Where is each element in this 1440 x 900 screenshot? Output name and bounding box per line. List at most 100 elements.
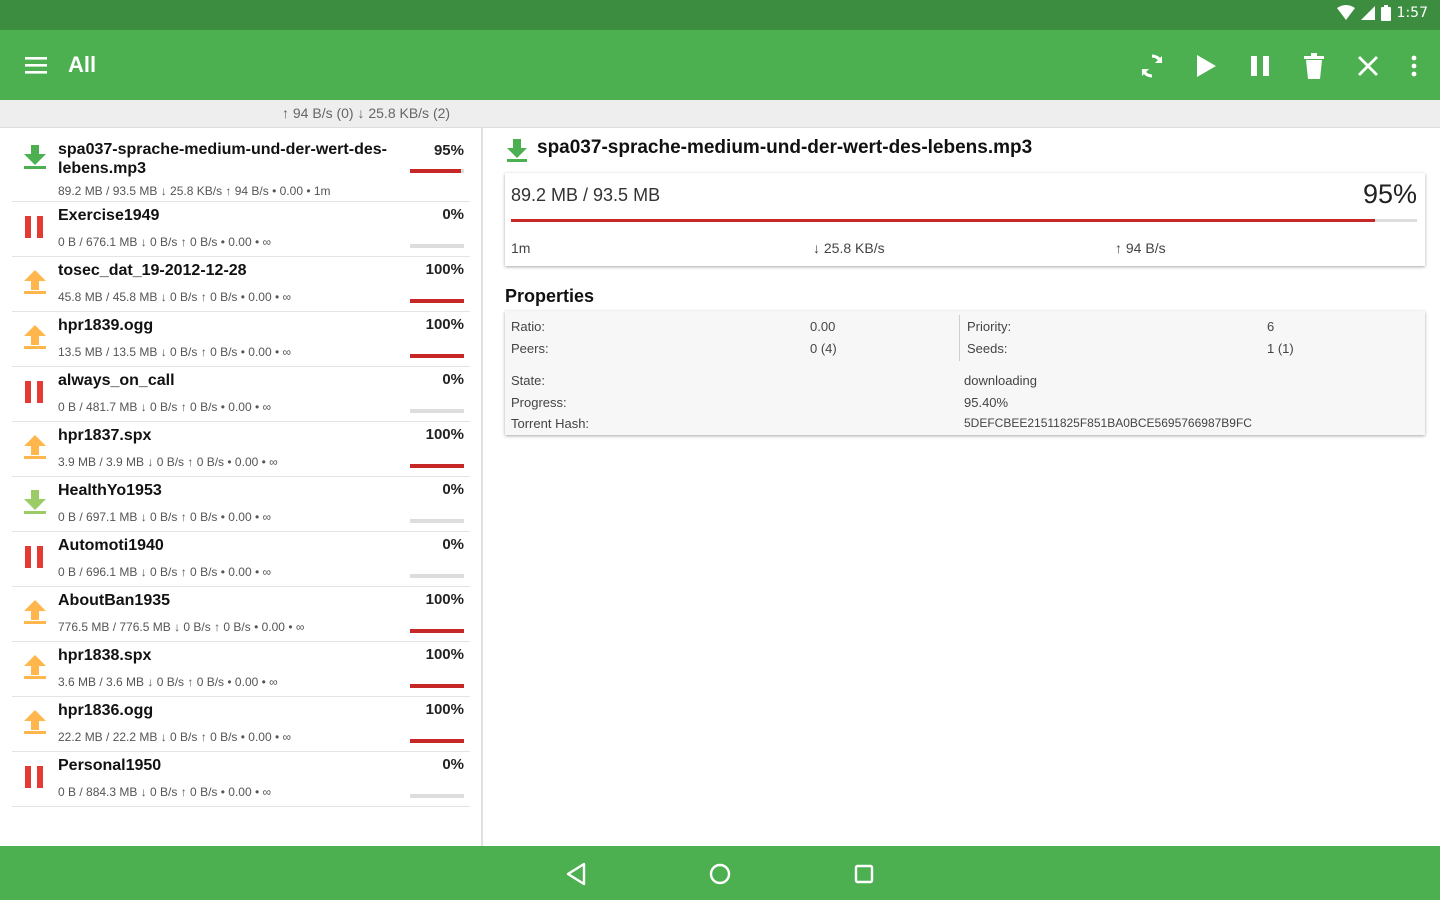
torrent-progress-bar <box>410 574 464 578</box>
recents-button[interactable] <box>850 860 878 888</box>
torrent-list-item[interactable]: tosec_dat_19-2012-12-28 100% 45.8 MB / 45.… <box>12 257 470 312</box>
torrent-progress-bar <box>410 794 464 798</box>
wifi-icon <box>1336 5 1355 20</box>
torrent-progress-bar <box>410 629 464 633</box>
torrent-percent: 100% <box>425 261 464 278</box>
app-bar: All <box>0 30 1440 100</box>
upload-arrow-icon <box>24 435 46 459</box>
detail-progress-fill <box>511 219 1376 222</box>
torrent-percent: 100% <box>425 316 464 333</box>
progress-label: Progress: <box>511 395 567 410</box>
home-icon <box>709 863 731 885</box>
home-button[interactable] <box>706 860 734 888</box>
upload-arrow-icon <box>24 600 46 624</box>
play-icon <box>1197 55 1216 77</box>
properties-title: Properties <box>505 286 595 306</box>
pause-icon <box>25 546 43 568</box>
torrent-list-item[interactable]: AboutBan1935 100% 776.5 MB / 776.5 MB ↓ 0 … <box>12 587 470 642</box>
torrent-list-item[interactable]: hpr1839.ogg 100% 13.5 MB / 13.5 MB ↓ 0 B/s… <box>12 312 470 367</box>
refresh-button[interactable] <box>1132 46 1172 86</box>
torrent-details: 22.2 MB / 22.2 MB ↓ 0 B/s ↑ 0 B/s • 0.00… <box>58 730 292 744</box>
torrent-name: hpr1839.ogg <box>58 317 154 334</box>
torrent-percent: 0% <box>442 371 464 388</box>
torrent-list-item[interactable]: Exercise1949 0% 0 B / 676.1 MB ↓ 0 B/s ↑ 0… <box>12 202 470 257</box>
menu-icon <box>25 57 47 74</box>
seeds-value: 1 (1) <box>1267 341 1294 356</box>
torrent-detail-pane: spa037-sprache-medium-und-der-wert-des-l… <box>485 128 1440 846</box>
torrent-progress-bar <box>410 409 464 413</box>
detail-download-speed: ↓ 25.8 KB/s <box>813 240 885 256</box>
torrent-progress-fill <box>410 739 464 743</box>
torrent-name: always_on_call <box>58 372 175 389</box>
detail-title: spa037-sprache-medium-und-der-wert-des-l… <box>537 137 1033 158</box>
ratio-label: Ratio: <box>511 319 545 334</box>
torrent-percent: 100% <box>425 591 464 608</box>
torrent-name: AboutBan1935 <box>58 592 171 609</box>
torrent-name: Automoti1940 <box>58 537 164 554</box>
torrent-name: Personal1950 <box>58 757 162 774</box>
torrent-progress-bar <box>410 169 464 173</box>
torrent-percent: 100% <box>425 701 464 718</box>
detail-progress-bar <box>511 219 1417 222</box>
torrent-list-item[interactable]: hpr1836.ogg 100% 22.2 MB / 22.2 MB ↓ 0 B/s… <box>12 697 470 752</box>
torrent-details: 0 B / 481.7 MB ↓ 0 B/s ↑ 0 B/s • 0.00 • … <box>58 400 272 414</box>
torrent-list-item[interactable]: Automoti1940 0% 0 B / 696.1 MB ↓ 0 B/s ↑ 0… <box>12 532 470 587</box>
torrent-progress-bar <box>410 519 464 523</box>
hash-label: Torrent Hash: <box>511 416 590 431</box>
torrent-list-item[interactable]: spa037-sprache-medium-und-der-wert-des-l… <box>12 134 470 202</box>
remove-button[interactable] <box>1348 46 1388 86</box>
torrent-details: 45.8 MB / 45.8 MB ↓ 0 B/s ↑ 0 B/s • 0.00… <box>58 290 292 304</box>
torrent-details: 3.6 MB / 3.6 MB ↓ 0 B/s ↑ 0 B/s • 0.00 •… <box>58 675 278 689</box>
torrent-list-item[interactable]: HealthYo1953 0% 0 B / 697.1 MB ↓ 0 B/s ↑ 0… <box>12 477 470 532</box>
state-value: downloading <box>964 373 1038 388</box>
torrent-progress-fill <box>410 354 464 358</box>
torrent-details: 13.5 MB / 13.5 MB ↓ 0 B/s ↑ 0 B/s • 0.00… <box>58 345 292 359</box>
torrent-progress-bar <box>410 299 464 303</box>
torrent-progress-fill <box>410 464 464 468</box>
back-button[interactable] <box>562 860 590 888</box>
torrent-name: Exercise1949 <box>58 207 160 224</box>
status-icons: 1:57 <box>1336 5 1428 21</box>
battery-icon <box>1380 5 1391 21</box>
detail-percent: 95% <box>1362 179 1417 209</box>
recents-icon <box>854 864 874 884</box>
pause-button[interactable] <box>1240 46 1280 86</box>
torrent-progress-fill <box>410 169 462 173</box>
delete-button[interactable] <box>1294 46 1334 86</box>
torrent-name: hpr1837.spx <box>58 427 152 444</box>
upload-arrow-icon <box>24 710 46 734</box>
download-arrow-icon <box>24 490 46 514</box>
state-label: State: <box>511 373 545 388</box>
torrent-details: 0 B / 696.1 MB ↓ 0 B/s ↑ 0 B/s • 0.00 • … <box>58 565 272 579</box>
torrent-list: spa037-sprache-medium-und-der-wert-des-l… <box>0 128 483 846</box>
resume-button[interactable] <box>1186 46 1226 86</box>
torrent-list-item[interactable]: hpr1837.spx 100% 3.9 MB / 3.9 MB ↓ 0 B/s ↑… <box>12 422 470 477</box>
close-icon <box>1358 56 1378 76</box>
menu-button[interactable] <box>22 52 50 78</box>
upload-arrow-icon <box>24 655 46 679</box>
progress-value: 95.40% <box>964 395 1009 410</box>
properties-divider <box>959 315 960 361</box>
torrent-progress-bar <box>410 464 464 468</box>
torrent-list-item[interactable]: Personal1950 0% 0 B / 884.3 MB ↓ 0 B/s ↑ 0… <box>12 752 470 807</box>
torrent-percent: 0% <box>442 756 464 773</box>
torrent-progress-fill <box>410 299 464 303</box>
torrent-details: 3.9 MB / 3.9 MB ↓ 0 B/s ↑ 0 B/s • 0.00 •… <box>58 455 278 469</box>
detail-progress-card: 89.2 MB / 93.5 MB 95% 1m ↓ 25.8 KB/s ↑ 9… <box>505 173 1425 266</box>
speed-summary: ↑ 94 B/s (0) ↓ 25.8 KB/s (2) <box>282 105 451 121</box>
download-arrow-icon <box>24 145 46 169</box>
speed-summary-bar: ↑ 94 B/s (0) ↓ 25.8 KB/s (2) <box>0 100 1440 128</box>
toolbar <box>1132 46 1426 86</box>
pause-icon <box>25 766 43 788</box>
torrent-name: HealthYo1953 <box>58 482 162 499</box>
upload-arrow-icon <box>24 270 46 294</box>
pause-icon <box>25 381 43 403</box>
torrent-percent: 0% <box>442 481 464 498</box>
properties-card: Ratio: 0.00 Peers: 0 (4) Priority: 6 See… <box>505 311 1425 435</box>
torrent-list-item[interactable]: hpr1838.spx 100% 3.6 MB / 3.6 MB ↓ 0 B/s ↑… <box>12 642 470 697</box>
torrent-name: tosec_dat_19-2012-12-28 <box>58 262 247 279</box>
torrent-percent: 0% <box>442 536 464 553</box>
torrent-progress-bar <box>410 684 464 688</box>
overflow-menu-button[interactable] <box>1402 46 1426 86</box>
torrent-list-item[interactable]: always_on_call 0% 0 B / 481.7 MB ↓ 0 B/s ↑… <box>12 367 470 422</box>
